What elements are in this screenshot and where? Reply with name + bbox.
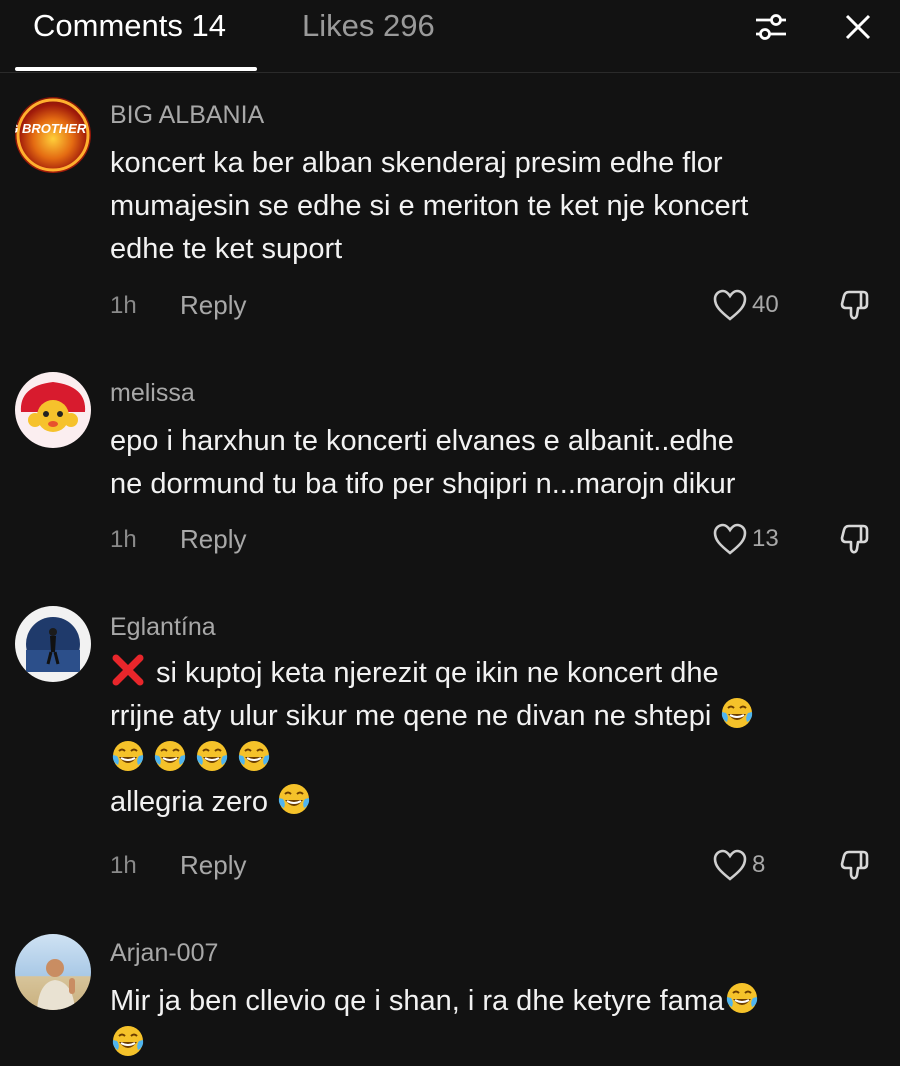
sliders-icon[interactable] — [751, 7, 791, 47]
comment-text: koncert ka ber alban skenderaj presim ed… — [110, 142, 870, 271]
big-brother-logo: BIG BROTHER VIP — [15, 98, 91, 172]
reply-button[interactable]: Reply — [180, 290, 246, 321]
comment-username[interactable]: BIG ALBANIA — [110, 100, 264, 130]
laughing-emoji-icon — [719, 695, 755, 731]
like-button[interactable]: 13 — [712, 522, 779, 556]
like-count: 13 — [752, 525, 779, 552]
close-icon[interactable] — [838, 7, 878, 47]
thumbs-down-icon[interactable] — [836, 847, 872, 883]
comment-time: 1h — [110, 852, 137, 879]
comment-username[interactable]: Eglantína — [110, 612, 216, 642]
comment-line: epo i harxhun te koncerti elvanes e alba… — [110, 425, 734, 457]
active-tab-indicator — [15, 67, 257, 71]
like-button[interactable]: 40 — [712, 288, 779, 322]
thumbs-down-icon[interactable] — [836, 521, 872, 557]
avatar[interactable] — [15, 372, 91, 448]
laughing-emoji-icon — [110, 738, 146, 774]
avatar[interactable] — [15, 934, 91, 1010]
comment-line: ne dormund tu ba tifo per shqipri n...ma… — [110, 468, 736, 500]
comment-item: BIG BROTHER VIP BIG ALBANIA koncert ka b… — [0, 96, 900, 336]
comment-username[interactable]: Arjan-007 — [110, 938, 218, 968]
comment-line — [110, 738, 870, 781]
tab-likes[interactable]: Likes 296 — [302, 6, 435, 46]
comment-item: Eglantína si kuptoj keta njerezit qe iki… — [0, 606, 900, 906]
comment-time: 1h — [110, 526, 137, 553]
comment-line — [110, 1023, 870, 1066]
comments-header: Comments 14 Likes 296 — [0, 0, 900, 73]
like-count: 8 — [752, 851, 766, 878]
svg-text:BIG BROTHER VIP: BIG BROTHER VIP — [15, 121, 91, 136]
heart-icon — [712, 522, 748, 556]
laughing-emoji-icon — [276, 781, 312, 817]
laughing-emoji-icon — [110, 1023, 146, 1059]
like-count: 40 — [752, 291, 779, 318]
comment-text: si kuptoj keta njerezit qe ikin ne konce… — [110, 652, 870, 824]
comment-line: Mir ja ben cllevio qe i shan, i ra dhe k… — [110, 980, 870, 1023]
comment-text: Mir ja ben cllevio qe i shan, i ra dhe k… — [110, 980, 870, 1066]
avatar-image — [20, 382, 86, 432]
heart-icon — [712, 848, 748, 882]
heart-icon — [712, 288, 748, 322]
laughing-emoji-icon — [194, 738, 230, 774]
thumbs-down-icon[interactable] — [836, 287, 872, 323]
laughing-emoji-icon — [152, 738, 188, 774]
avatar[interactable] — [15, 606, 91, 682]
avatar-image — [26, 617, 80, 672]
comment-line: allegria zero — [110, 781, 870, 824]
reply-button[interactable]: Reply — [180, 850, 246, 881]
tab-comments[interactable]: Comments 14 — [33, 6, 226, 46]
avatar[interactable]: BIG BROTHER VIP — [15, 97, 91, 173]
comment-line: mumajesin se edhe si e meriton te ket nj… — [110, 190, 749, 222]
comment-line: rrijne aty ulur sikur me qene ne divan n… — [110, 695, 870, 738]
comment-time: 1h — [110, 292, 137, 319]
like-button[interactable]: 8 — [712, 848, 765, 882]
comment-line: koncert ka ber alban skenderaj presim ed… — [110, 147, 723, 179]
comment-item: Arjan-007 Mir ja ben cllevio qe i shan, … — [0, 934, 900, 1063]
comment-text: epo i harxhun te koncerti elvanes e alba… — [110, 420, 870, 506]
comment-line: edhe te ket suport — [110, 233, 343, 265]
reply-button[interactable]: Reply — [180, 524, 246, 555]
avatar-image — [37, 959, 75, 1010]
comment-line: si kuptoj keta njerezit qe ikin ne konce… — [110, 652, 870, 695]
laughing-emoji-icon — [724, 980, 760, 1016]
comment-username[interactable]: melissa — [110, 378, 195, 408]
laughing-emoji-icon — [236, 738, 272, 774]
comment-item: melissa epo i harxhun te koncerti elvane… — [0, 372, 900, 572]
cross-mark-icon — [112, 654, 144, 686]
